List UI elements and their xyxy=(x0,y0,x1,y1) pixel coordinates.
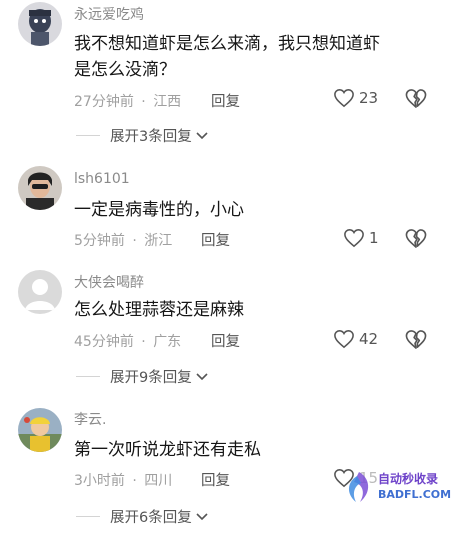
comment-text-line: 是怎么没滴？ xyxy=(74,60,176,80)
broken-heart-icon xyxy=(404,329,428,350)
watermark-domain: BADFL.COM xyxy=(378,488,452,501)
reply-button[interactable]: 回复 xyxy=(211,330,240,351)
comment-text-line: 一定是病毒性的，小心 xyxy=(74,200,244,220)
watermark-logo-icon xyxy=(344,470,374,508)
like-button[interactable]: 42 xyxy=(333,329,378,349)
like-count: 23 xyxy=(359,89,379,107)
meta-separator: · xyxy=(132,473,137,489)
chevron-down-icon xyxy=(196,128,208,144)
username[interactable]: 李云. xyxy=(74,409,106,429)
expand-replies-button[interactable]: 展开9条回复 xyxy=(76,366,208,387)
expand-divider-line xyxy=(76,376,100,377)
comment-item: 大侠会喝醉 怎么处理蒜蓉还是麻辣 45分钟前 · 广东 回复 42 展开9条回复 xyxy=(0,264,468,394)
meta-separator: · xyxy=(141,334,146,350)
timestamp: 5分钟前 xyxy=(74,233,125,249)
dislike-button[interactable] xyxy=(404,228,428,249)
expand-replies-button[interactable]: 展开3条回复 xyxy=(76,125,208,146)
meta-separator: · xyxy=(141,94,146,110)
location: 江西 xyxy=(153,94,182,110)
comment-text-line: 怎么处理蒜蓉还是麻辣 xyxy=(74,300,244,320)
username[interactable]: 永远爱吃鸡 xyxy=(74,4,144,24)
reply-button[interactable]: 回复 xyxy=(201,229,230,250)
avatar[interactable] xyxy=(18,408,62,452)
expand-replies-label: 展开6条回复 xyxy=(110,510,192,526)
heart-outline-icon xyxy=(343,228,365,248)
like-count: 42 xyxy=(359,330,379,348)
like-button[interactable]: 23 xyxy=(333,88,378,108)
avatar[interactable] xyxy=(18,166,62,210)
comment-meta: 45分钟前 · 广东 xyxy=(74,331,181,351)
avatar[interactable] xyxy=(18,2,62,46)
expand-divider-line xyxy=(76,135,100,136)
timestamp: 45分钟前 xyxy=(74,334,134,350)
heart-outline-icon xyxy=(333,329,355,349)
expand-replies-label: 展开9条回复 xyxy=(110,370,192,386)
username[interactable]: 大侠会喝醉 xyxy=(74,272,144,292)
dislike-button[interactable] xyxy=(404,88,428,109)
comment-text: 我不想知道虾是怎么来滴，我只想知道虾 是怎么没滴？ xyxy=(74,31,434,83)
meta-separator: · xyxy=(132,233,137,249)
watermark: 自动秒收录 BADFL.COM xyxy=(344,466,464,510)
comment-text-line: 第一次听说龙虾还有走私 xyxy=(74,440,261,460)
dislike-button[interactable] xyxy=(404,329,428,350)
expand-replies-label: 展开3条回复 xyxy=(110,129,192,145)
like-count: 1 xyxy=(369,229,379,247)
timestamp: 27分钟前 xyxy=(74,94,134,110)
heart-outline-icon xyxy=(333,88,355,108)
comment-meta: 3小时前 · 四川 xyxy=(74,470,172,490)
reply-button[interactable]: 回复 xyxy=(211,90,240,111)
timestamp: 3小时前 xyxy=(74,473,125,489)
comment-meta: 27分钟前 · 江西 xyxy=(74,91,181,111)
comment-text-line: 我不想知道虾是怎么来滴，我只想知道虾 xyxy=(74,34,380,54)
broken-heart-icon xyxy=(404,228,428,249)
expand-divider-line xyxy=(76,516,100,517)
comment-text: 第一次听说龙虾还有走私 xyxy=(74,437,434,463)
comment-item: 永远爱吃鸡 我不想知道虾是怎么来滴，我只想知道虾 是怎么没滴？ 27分钟前 · … xyxy=(0,0,468,150)
chevron-down-icon xyxy=(196,369,208,385)
comment-meta: 5分钟前 · 浙江 xyxy=(74,230,172,250)
location: 广东 xyxy=(153,334,182,350)
expand-replies-button[interactable]: 展开6条回复 xyxy=(76,506,208,527)
like-button[interactable]: 1 xyxy=(343,228,379,248)
chevron-down-icon xyxy=(196,509,208,525)
location: 浙江 xyxy=(144,233,173,249)
watermark-text: 自动秒收录 xyxy=(378,472,439,486)
comment-text: 怎么处理蒜蓉还是麻辣 xyxy=(74,297,434,323)
avatar[interactable] xyxy=(18,270,62,314)
comment-text: 一定是病毒性的，小心 xyxy=(74,197,434,223)
username[interactable]: lsh6101 xyxy=(74,171,130,187)
broken-heart-icon xyxy=(404,88,428,109)
location: 四川 xyxy=(144,473,173,489)
comment-item: lsh6101 一定是病毒性的，小心 5分钟前 · 浙江 回复 1 xyxy=(0,160,468,260)
reply-button[interactable]: 回复 xyxy=(201,469,230,490)
